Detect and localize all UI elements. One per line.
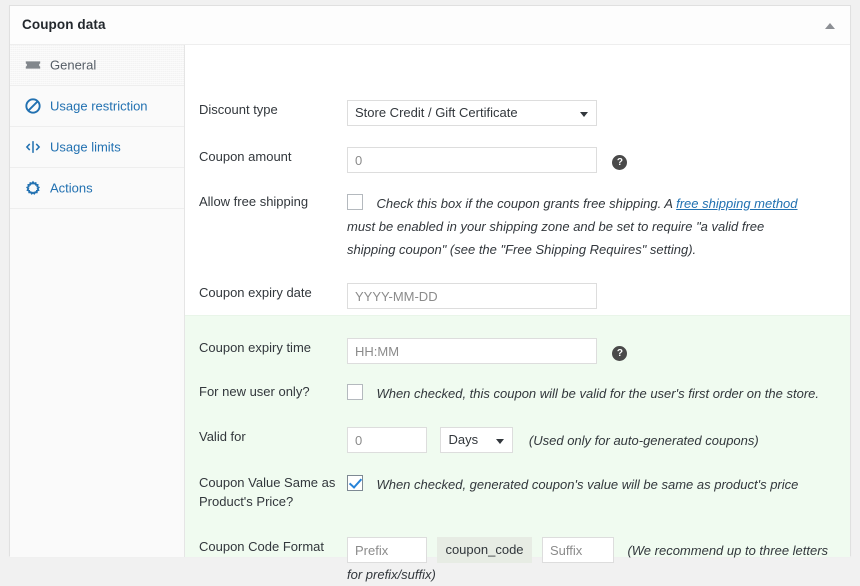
sidebar-item-label: General [50, 58, 96, 73]
valid-for-unit-select[interactable]: Days [440, 427, 513, 453]
limits-icon [24, 138, 42, 156]
page-title: Coupon data [22, 17, 106, 32]
sidebar-item-label: Usage restriction [50, 99, 148, 114]
triangle-up-glyph [825, 23, 835, 29]
coupon-prefix-input[interactable] [347, 537, 427, 563]
coupon-amount-label: Coupon amount [199, 147, 349, 166]
chevron-down-icon [580, 112, 588, 117]
coupon-expiry-date-input[interactable] [347, 283, 597, 309]
coupon-code-token: coupon_code [437, 537, 531, 563]
sidebar-item-label: Actions [50, 181, 93, 196]
valid-for-description: (Used only for auto-generated coupons) [529, 433, 759, 448]
sidebar-item-usage-limits[interactable]: Usage limits [10, 127, 184, 168]
coupon-expiry-time-input[interactable] [347, 338, 597, 364]
coupon-suffix-input[interactable] [542, 537, 614, 563]
gear-icon [24, 179, 42, 197]
coupon-value-same-as-price-label: Coupon Value Same as Product's Price? [199, 473, 349, 511]
discount-type-label: Discount type [199, 100, 349, 119]
no-entry-icon [24, 97, 42, 115]
help-icon[interactable]: ? [612, 346, 627, 361]
valid-for-label: Valid for [199, 427, 349, 446]
for-new-user-only-description: When checked, this coupon will be valid … [376, 386, 819, 401]
allow-free-shipping-checkbox[interactable] [347, 194, 363, 210]
sidebar-item-actions[interactable]: Actions [10, 168, 184, 209]
valid-for-unit-value: Days [448, 428, 478, 452]
coupon-expiry-date-label: Coupon expiry date [199, 283, 349, 302]
coupon-value-same-as-price-description: When checked, generated coupon's value w… [376, 477, 798, 492]
coupon-expiry-time-label: Coupon expiry time [199, 338, 349, 357]
free-shipping-method-link[interactable]: free shipping method [676, 196, 797, 211]
coupon-value-same-as-price-checkbox[interactable] [347, 475, 363, 491]
triangle-up-icon[interactable] [824, 20, 838, 32]
coupon-data-panel: Coupon data General [9, 5, 851, 556]
for-new-user-only-label: For new user only? [199, 382, 349, 401]
free-shipping-desc-part1: Check this box if the coupon grants free… [376, 196, 676, 211]
free-shipping-desc-part2: must be enabled in your shipping zone an… [347, 219, 764, 257]
discount-type-select[interactable]: Store Credit / Gift Certificate [347, 100, 597, 126]
chevron-down-icon [496, 439, 504, 444]
allow-free-shipping-description: Check this box if the coupon grants free… [347, 196, 798, 257]
sidebar-item-label: Usage limits [50, 140, 121, 155]
coupon-code-format-label: Coupon Code Format [199, 537, 349, 556]
panel-header: Coupon data [10, 6, 850, 45]
general-tab-panel: Discount type Store Credit / Gift Certif… [185, 45, 850, 557]
discount-type-value: Store Credit / Gift Certificate [355, 101, 518, 125]
help-icon[interactable]: ? [612, 155, 627, 170]
ticket-icon [24, 56, 42, 74]
sidebar-tabs: General Usage restriction [10, 45, 185, 557]
valid-for-input[interactable] [347, 427, 427, 453]
for-new-user-only-checkbox[interactable] [347, 384, 363, 400]
coupon-amount-input[interactable] [347, 147, 597, 173]
panel-body: General Usage restriction [10, 45, 850, 557]
sidebar-item-general[interactable]: General [10, 45, 184, 86]
allow-free-shipping-label: Allow free shipping [199, 192, 349, 211]
sidebar-item-usage-restriction[interactable]: Usage restriction [10, 86, 184, 127]
